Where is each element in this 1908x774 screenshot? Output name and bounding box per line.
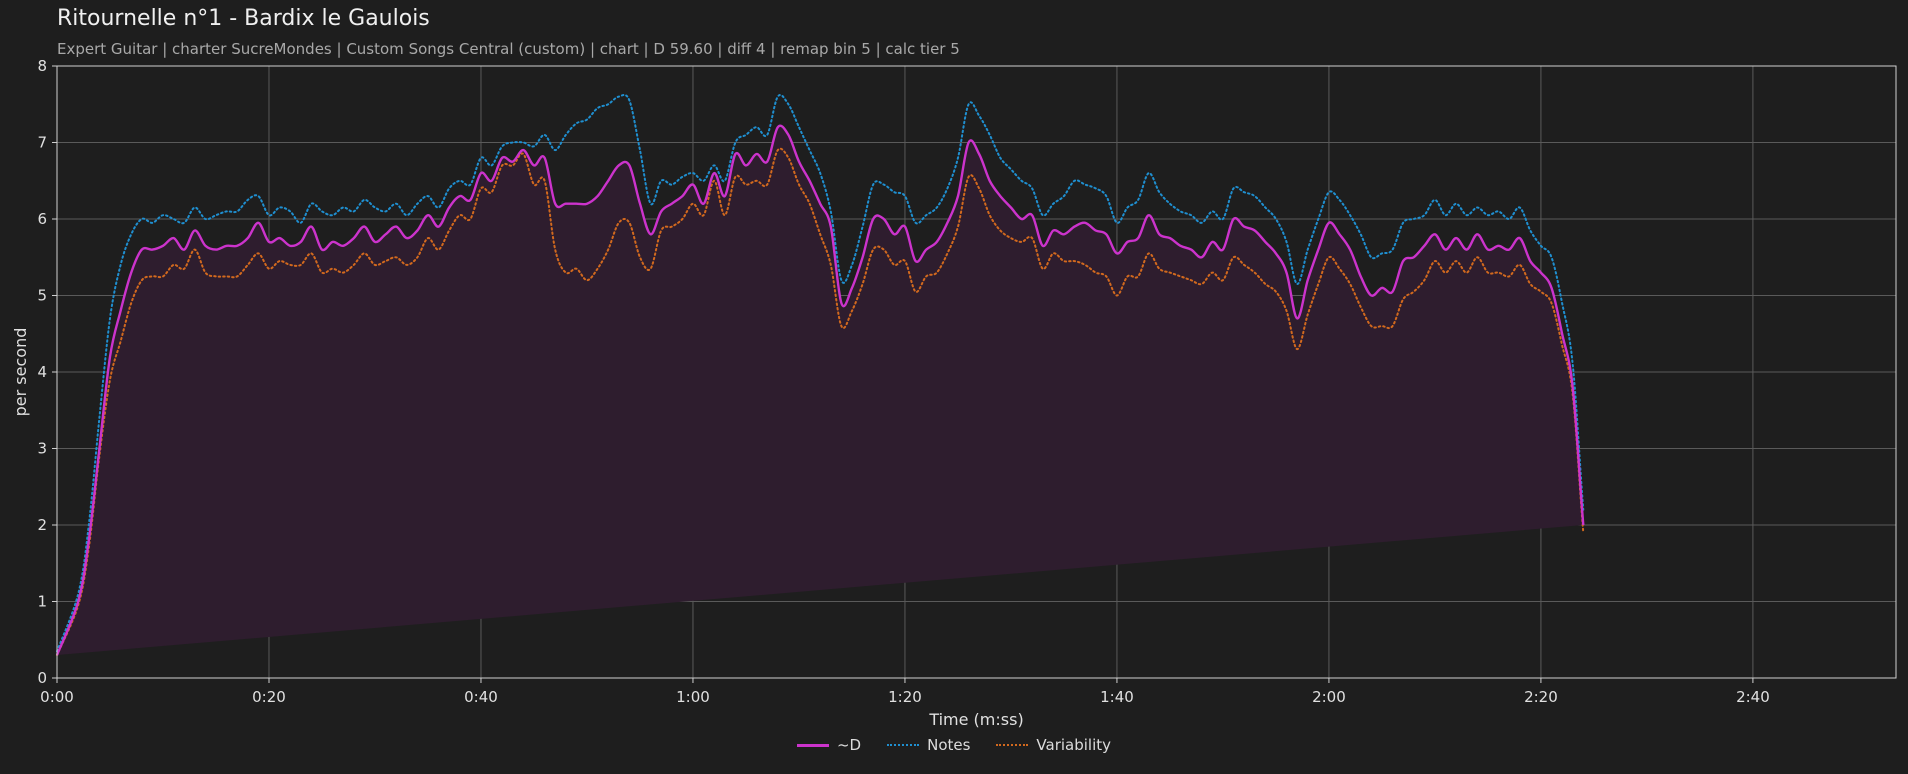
x-tick-label: 0:40 xyxy=(464,688,498,706)
y-tick-label: 1 xyxy=(37,593,47,611)
y-tick-label: 4 xyxy=(37,363,47,381)
y-tick-label: 5 xyxy=(37,287,47,305)
legend-label: Variability xyxy=(1036,736,1112,754)
x-tick-label: 1:40 xyxy=(1100,688,1134,706)
x-axis-label: Time (m:ss) xyxy=(928,710,1023,729)
x-tick-label: 2:20 xyxy=(1524,688,1558,706)
x-tick-label: 2:00 xyxy=(1312,688,1346,706)
legend-item: ~D xyxy=(796,736,862,754)
y-axis-ticks: 0 1 2 3 4 5 6 7 8 xyxy=(37,57,57,687)
y-tick-label: 6 xyxy=(37,210,47,228)
legend-swatch xyxy=(887,744,920,746)
legend-label: Notes xyxy=(927,736,971,754)
legend-swatch xyxy=(796,743,829,747)
x-tick-label: 0:20 xyxy=(252,688,286,706)
x-axis-ticks: 0:00 0:20 0:40 1:00 1:20 1:40 2:00 2:20 2:40 xyxy=(40,678,1770,706)
line-chart: 0:00 0:20 0:40 1:00 1:20 1:40 2:00 2:20 2:40 0 1 2… xyxy=(11,57,1897,729)
x-tick-label: 0:00 xyxy=(40,688,74,706)
y-tick-label: 7 xyxy=(37,134,47,152)
legend-label: ~D xyxy=(836,736,862,754)
y-tick-label: 2 xyxy=(37,516,47,534)
legend-item: Variability xyxy=(996,736,1111,754)
y-axis-label: per second xyxy=(11,328,30,417)
legend: ~D Notes Variability xyxy=(0,736,1908,754)
legend-item: Notes xyxy=(887,736,970,754)
y-tick-label: 3 xyxy=(37,440,47,458)
x-tick-label: 1:20 xyxy=(888,688,922,706)
y-tick-label: 8 xyxy=(37,57,47,75)
x-tick-label: 2:40 xyxy=(1736,688,1770,706)
x-tick-label: 1:00 xyxy=(676,688,710,706)
legend-swatch xyxy=(996,744,1029,746)
y-tick-label: 0 xyxy=(37,669,47,687)
